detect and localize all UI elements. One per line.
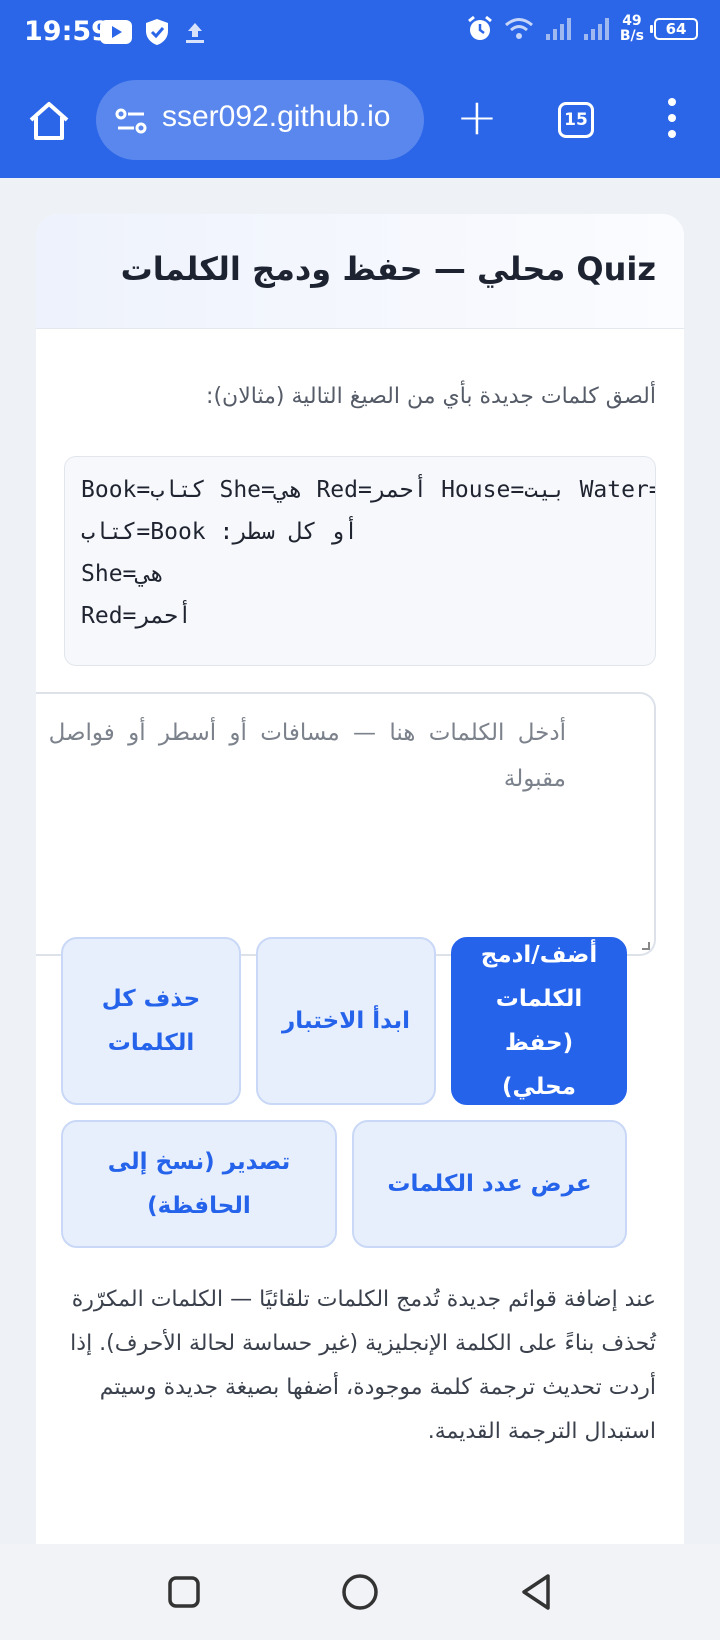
home-circle-icon[interactable] (338, 1570, 382, 1614)
network-speed: 49 B/s (619, 13, 644, 44)
wifi-icon (504, 18, 533, 39)
shield-icon (146, 19, 168, 45)
add-merge-words-button[interactable]: أضف/ادمج الكلمات (حفظ محلي) (451, 937, 627, 1105)
battery-indicator: 64 (650, 18, 698, 40)
status-time: 19:59 (24, 16, 110, 47)
show-word-count-button[interactable]: عرض عدد الكلمات (352, 1120, 627, 1248)
example-line: She=هي (81, 561, 165, 587)
system-nav-bar (0, 1544, 720, 1640)
url-bar[interactable]: sser092.github.io (96, 80, 424, 160)
status-bar: 19:59 49 B/s 64 (0, 0, 720, 68)
format-example: Book=كتاب She=هي Red=أحمر House=بيت Wate… (64, 456, 656, 666)
new-tab-plus-icon[interactable]: + (456, 92, 498, 142)
example-line: Book=كتاب She=هي Red=أحمر House=بيت Wate… (81, 477, 656, 503)
back-triangle-icon[interactable] (514, 1570, 558, 1614)
delete-all-words-button[interactable]: حذف كل الكلمات (61, 937, 241, 1105)
instructions-text: ألصق كلمات جديدة بأي من الصيغ التالية (م… (206, 384, 656, 409)
resize-handle[interactable] (642, 942, 650, 950)
export-clipboard-button[interactable]: تصدير (نسخ إلى الحافظة) (61, 1120, 337, 1248)
site-settings-icon[interactable] (114, 106, 148, 136)
url-text: sser092.github.io (162, 100, 391, 133)
home-icon[interactable] (26, 98, 72, 144)
browser-toolbar: sser092.github.io + 15 (0, 68, 720, 178)
signal-icon (545, 18, 571, 40)
quiz-card: Quiz محلي — حفظ ودمج الكلمات ألصق كلمات … (36, 214, 684, 1544)
signal-icon (583, 18, 609, 40)
upload-icon (186, 23, 204, 43)
page-title: Quiz محلي — حفظ ودمج الكلمات (120, 250, 656, 288)
tabs-icon[interactable]: 15 (558, 102, 594, 138)
youtube-icon (100, 20, 132, 44)
recents-square-icon[interactable] (162, 1570, 206, 1614)
example-line: Red=أحمر (81, 603, 192, 629)
alarm-icon (467, 15, 492, 40)
start-quiz-button[interactable]: ابدأ الاختبار (256, 937, 436, 1105)
textarea-placeholder: أدخل الكلمات هنا — مسافات أو أسطر أو فوا… (48, 720, 566, 792)
words-textarea[interactable]: أدخل الكلمات هنا — مسافات أو أسطر أو فوا… (36, 692, 656, 956)
more-menu-icon[interactable] (662, 98, 682, 142)
merge-note: عند إضافة قوائم جديدة تُدمج الكلمات تلقا… (70, 1287, 656, 1444)
example-line: أو كل سطر: Book=كتاب (81, 519, 358, 545)
